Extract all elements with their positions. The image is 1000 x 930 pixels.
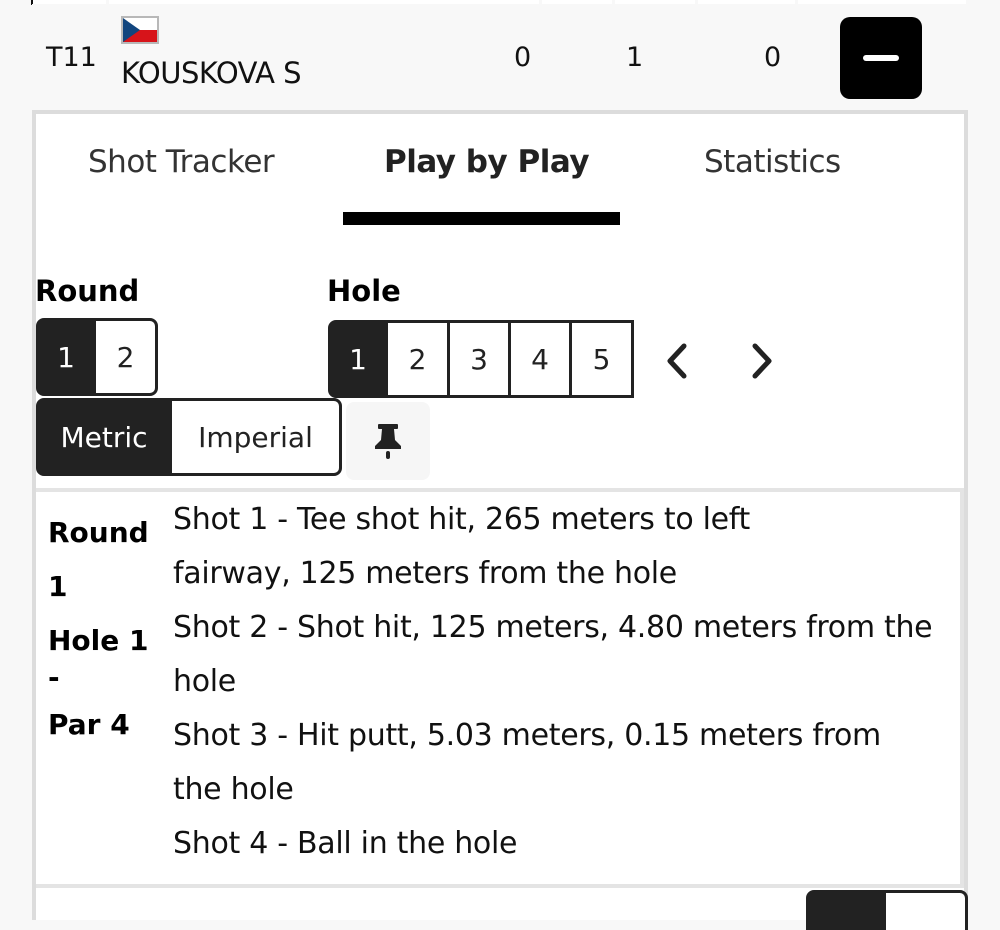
hole-option-5[interactable]: 5 — [572, 320, 634, 398]
units-imperial[interactable]: Imperial — [172, 398, 342, 476]
bottom-toggle — [806, 890, 968, 930]
hole-summary-line: - — [48, 661, 60, 694]
hole-summary-line: 1 — [48, 570, 68, 603]
shot-item: Shot 2 - Shot hit, 125 meters, 4.80 mete… — [173, 610, 933, 699]
score-thru: 1 — [626, 42, 644, 73]
hole-option-2[interactable]: 2 — [388, 320, 450, 398]
shot-list: Shot 1 - Tee shot hit, 265 meters to lef… — [173, 493, 933, 871]
units-selector: Metric Imperial — [36, 398, 342, 476]
hole-option-1[interactable]: 1 — [328, 320, 388, 398]
player-row[interactable]: T11 KOUSKOVA S 0 1 0 — [32, 4, 968, 110]
chevron-left-icon — [667, 343, 687, 379]
tab-play-by-play[interactable]: Play by Play — [384, 144, 590, 180]
play-by-play-box: Round 1 Hole 1 - Par 4 Shot 1 - Tee shot… — [36, 488, 964, 888]
round-label: Round — [35, 274, 140, 308]
active-tab-indicator — [343, 212, 620, 225]
bottom-toggle-option[interactable] — [886, 890, 968, 930]
bottom-toggle-option-active[interactable] — [806, 890, 886, 930]
score-today: 0 — [514, 42, 532, 73]
collapse-button[interactable] — [840, 17, 922, 99]
shot-item: Shot 4 - Ball in the hole — [173, 826, 518, 861]
units-metric[interactable]: Metric — [36, 398, 172, 476]
round-option-2[interactable]: 2 — [96, 318, 158, 396]
hole-summary-line: Round — [48, 516, 149, 549]
tab-shot-tracker[interactable]: Shot Tracker — [88, 144, 275, 180]
czech-flag-icon — [121, 16, 159, 44]
shot-item: Shot 3 - Hit putt, 5.03 meters, 0.15 met… — [173, 718, 881, 807]
round-option-1[interactable]: 1 — [36, 318, 96, 396]
hole-summary: Round 1 Hole 1 - Par 4 — [48, 506, 168, 762]
player-position: T11 — [46, 42, 97, 73]
tab-statistics[interactable]: Statistics — [704, 144, 841, 180]
hole-option-3[interactable]: 3 — [450, 320, 511, 398]
score-total: 0 — [764, 42, 782, 73]
hole-selector: 1 2 3 4 5 — [328, 320, 634, 398]
hole-option-4[interactable]: 4 — [511, 320, 572, 398]
minus-icon — [863, 55, 899, 61]
round-selector: 1 2 — [36, 318, 158, 396]
next-holes-button[interactable] — [741, 336, 781, 386]
prev-holes-button[interactable] — [658, 336, 698, 386]
pin-button[interactable] — [346, 402, 430, 480]
player-name: KOUSKOVA S — [121, 56, 302, 90]
player-detail-panel: Shot Tracker Play by Play Statistics Rou… — [32, 110, 968, 930]
hole-summary-line: Hole 1 — [48, 624, 149, 657]
pushpin-icon — [375, 424, 401, 459]
hole-summary-line: Par 4 — [48, 708, 130, 741]
chevron-right-icon — [752, 343, 772, 379]
shot-item: Shot 1 - Tee shot hit, 265 meters to lef… — [173, 502, 750, 591]
hole-label: Hole — [327, 274, 401, 308]
